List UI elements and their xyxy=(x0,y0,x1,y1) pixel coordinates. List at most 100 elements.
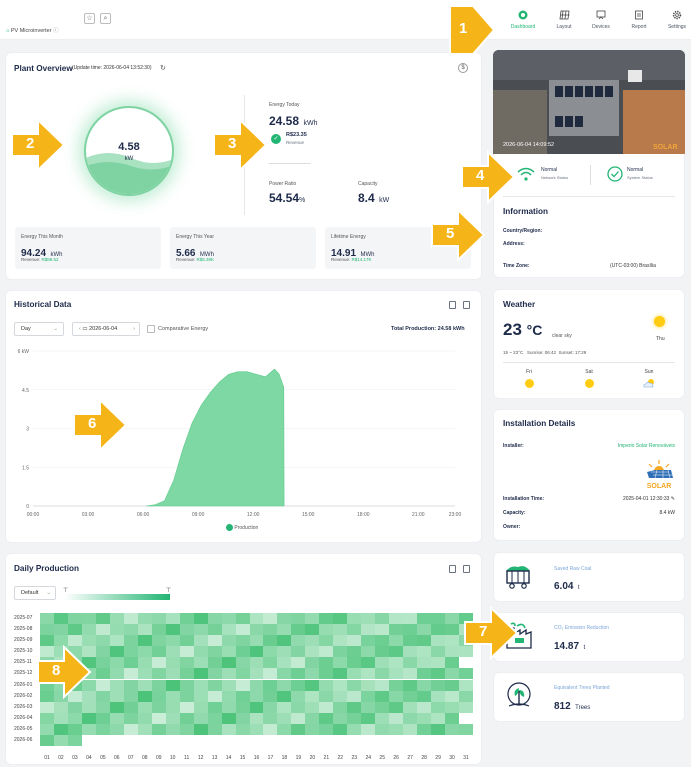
heatmap-cell[interactable] xyxy=(67,723,82,735)
heatmap-cell[interactable] xyxy=(263,701,278,713)
heatmap-cell[interactable] xyxy=(109,646,124,658)
heatmap-cell[interactable] xyxy=(305,679,320,691)
heatmap-cell[interactable] xyxy=(277,723,292,735)
heatmap-cell[interactable] xyxy=(333,690,348,702)
heatmap-cell[interactable] xyxy=(263,723,278,735)
heatmap-cell[interactable] xyxy=(95,679,110,691)
heatmap-cell[interactable] xyxy=(81,624,96,636)
heatmap-cell[interactable] xyxy=(207,657,222,669)
heatmap-cell[interactable] xyxy=(179,723,194,735)
heatmap-cell[interactable] xyxy=(263,679,278,691)
heatmap-cell[interactable] xyxy=(263,635,278,647)
heatmap-cell[interactable] xyxy=(277,701,292,713)
heatmap-cell[interactable] xyxy=(221,635,236,647)
heatmap-cell[interactable] xyxy=(291,613,306,625)
chart-legend[interactable]: Production xyxy=(226,524,258,531)
site-photo[interactable]: 2026-06-04 14:09:52 SOLAR xyxy=(493,50,685,154)
heatmap-cell[interactable] xyxy=(333,624,348,636)
heatmap-cell[interactable] xyxy=(193,723,208,735)
heatmap-cell[interactable] xyxy=(67,712,82,724)
heatmap-cell[interactable] xyxy=(431,657,446,669)
heatmap-cell[interactable] xyxy=(375,668,390,680)
heatmap-cell[interactable] xyxy=(445,624,460,636)
heatmap-cell[interactable] xyxy=(389,657,404,669)
heatmap-cell[interactable] xyxy=(165,668,180,680)
heatmap-cell[interactable] xyxy=(417,690,432,702)
heatmap-cell[interactable] xyxy=(445,635,460,647)
heatmap-cell[interactable] xyxy=(249,679,264,691)
heatmap-cell[interactable] xyxy=(207,646,222,658)
heatmap-cell[interactable] xyxy=(109,679,124,691)
heatmap-cell[interactable] xyxy=(389,701,404,713)
heatmap-cell[interactable] xyxy=(40,712,54,724)
heatmap-cell[interactable] xyxy=(235,723,250,735)
heatmap-cell[interactable] xyxy=(445,690,460,702)
heatmap-cell[interactable] xyxy=(109,701,124,713)
scale-handle-max[interactable]: ⊤ xyxy=(166,587,171,594)
heatmap-cell[interactable] xyxy=(347,613,362,625)
heatmap-cell[interactable] xyxy=(193,679,208,691)
heatmap-cell[interactable] xyxy=(361,679,376,691)
heatmap-cell[interactable] xyxy=(389,679,404,691)
heatmap-cell[interactable] xyxy=(95,712,110,724)
heatmap-cell[interactable] xyxy=(291,690,306,702)
heatmap-cell[interactable] xyxy=(137,712,152,724)
heatmap-cell[interactable] xyxy=(361,646,376,658)
heatmap-cell[interactable] xyxy=(305,712,320,724)
heatmap-cell[interactable] xyxy=(249,701,264,713)
heatmap-cell[interactable] xyxy=(40,613,54,625)
heatmap-cell[interactable] xyxy=(81,723,96,735)
heatmap-cell[interactable] xyxy=(137,646,152,658)
heatmap-cell[interactable] xyxy=(235,635,250,647)
heatmap-cell[interactable] xyxy=(207,668,222,680)
heatmap-cell[interactable] xyxy=(333,679,348,691)
heatmap-cell[interactable] xyxy=(123,668,138,680)
heatmap-cell[interactable] xyxy=(193,646,208,658)
heatmap-cell[interactable] xyxy=(137,668,152,680)
heatmap-cell[interactable] xyxy=(445,668,460,680)
heatmap-cell[interactable] xyxy=(305,690,320,702)
heatmap-cell[interactable] xyxy=(109,723,124,735)
heatmap-cell[interactable] xyxy=(151,657,166,669)
refresh-icon[interactable]: ↻ xyxy=(160,64,166,72)
heatmap-cell[interactable] xyxy=(179,657,194,669)
heatmap-cell[interactable] xyxy=(249,657,264,669)
heatmap-cell[interactable] xyxy=(333,701,348,713)
heatmap-cell[interactable] xyxy=(319,679,334,691)
heatmap-cell[interactable] xyxy=(235,657,250,669)
heatmap-cell[interactable] xyxy=(459,723,473,735)
heatmap-cell[interactable] xyxy=(109,624,124,636)
heatmap-cell[interactable] xyxy=(417,646,432,658)
heatmap-cell[interactable] xyxy=(291,635,306,647)
heatmap-cell[interactable] xyxy=(249,723,264,735)
heatmap-cell[interactable] xyxy=(277,668,292,680)
heatmap-cell[interactable] xyxy=(95,635,110,647)
prev-date-icon[interactable]: ‹ xyxy=(79,326,81,332)
heatmap-cell[interactable] xyxy=(361,712,376,724)
heatmap-cell[interactable] xyxy=(207,690,222,702)
heatmap-cell[interactable] xyxy=(417,712,432,724)
heatmap-cell[interactable] xyxy=(95,646,110,658)
heatmap-cell[interactable] xyxy=(207,723,222,735)
heatmap-cell[interactable] xyxy=(291,624,306,636)
heatmap-cell[interactable] xyxy=(389,712,404,724)
heatmap-cell[interactable] xyxy=(431,712,446,724)
heatmap-cell[interactable] xyxy=(109,657,124,669)
heatmap-cell[interactable] xyxy=(81,613,96,625)
heatmap-cell[interactable] xyxy=(207,701,222,713)
heatmap-cell[interactable] xyxy=(431,646,446,658)
heatmap-cell[interactable] xyxy=(277,690,292,702)
heatmap-cell[interactable] xyxy=(445,646,460,658)
heatmap-cell[interactable] xyxy=(151,690,166,702)
heatmap-cell[interactable] xyxy=(445,613,460,625)
heatmap-cell[interactable] xyxy=(389,690,404,702)
heatmap-cell[interactable] xyxy=(417,635,432,647)
heatmap-cell[interactable] xyxy=(305,668,320,680)
heatmap-cell[interactable] xyxy=(151,613,166,625)
heatmap-cell[interactable] xyxy=(137,690,152,702)
heatmap-cell[interactable] xyxy=(95,701,110,713)
heatmap-cell[interactable] xyxy=(389,624,404,636)
heatmap-cell[interactable] xyxy=(53,624,68,636)
heatmap-cell[interactable] xyxy=(375,701,390,713)
heatmap-cell[interactable] xyxy=(193,701,208,713)
